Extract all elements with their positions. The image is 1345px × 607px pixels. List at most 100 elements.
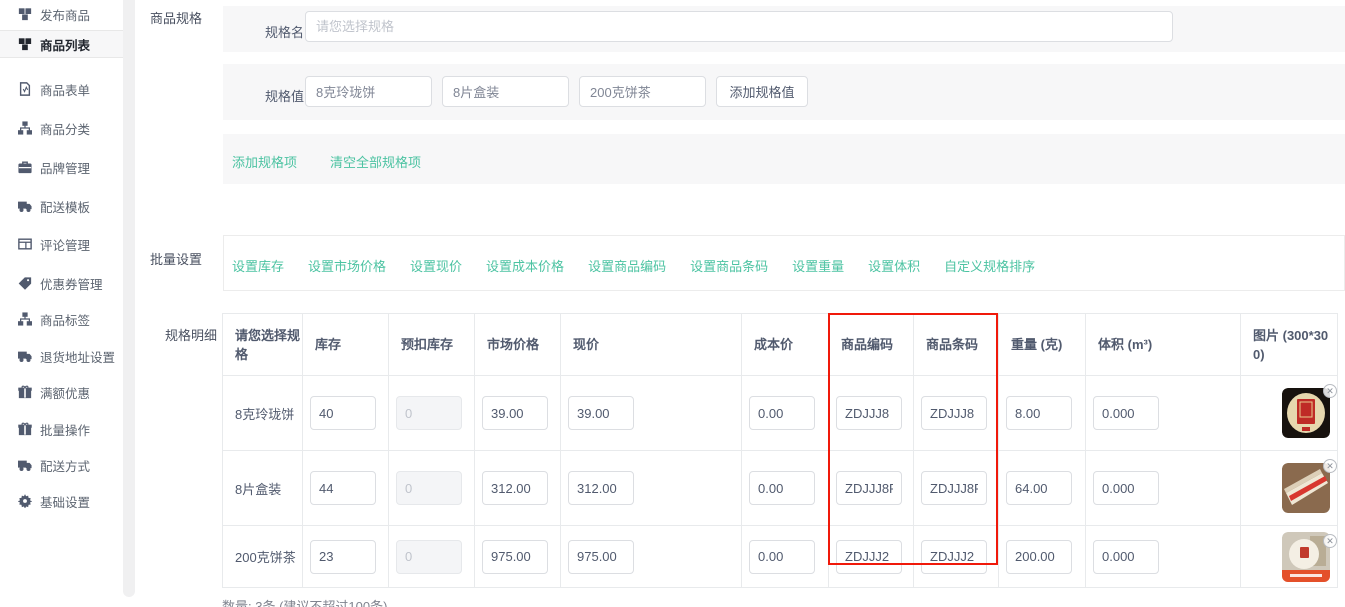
sidebar-item-label: 评论管理 — [40, 235, 90, 254]
withhold-input — [396, 540, 462, 574]
product-spec-page: 发布商品 商品列表 商品表单 商品分类 品牌管理 配送模板 评论管理 优惠券管理… — [0, 0, 1345, 607]
col-header-volume: 体积 (m³) — [1086, 314, 1241, 376]
barcode-input[interactable] — [921, 471, 987, 505]
spec-value-input-2[interactable] — [442, 76, 569, 107]
spec-detail-table: 请您选择规格 库存 预扣库存 市场价格 现价 成本价 商品编码 商品条码 重量 … — [222, 313, 1338, 588]
truck-icon — [18, 349, 32, 363]
sidebar-item-coupon-management[interactable]: 优惠券管理 — [0, 269, 123, 297]
row-spec-label: 200克饼茶 — [223, 526, 303, 588]
sidebar-scrollbar[interactable] — [123, 0, 135, 597]
col-header-cost: 成本价 — [742, 314, 829, 376]
sidebar-item-delivery-method[interactable]: 配送方式 — [0, 451, 123, 479]
volume-input[interactable] — [1093, 396, 1159, 430]
set-market-price-link[interactable]: 设置市场价格 — [308, 256, 386, 275]
volume-input[interactable] — [1093, 540, 1159, 574]
sidebar-item-label: 配送方式 — [40, 456, 90, 475]
withhold-input — [396, 396, 462, 430]
gear-icon — [18, 494, 32, 508]
spec-value-input-3[interactable] — [579, 76, 706, 107]
sidebar-item-delivery-template[interactable]: 配送模板 — [0, 192, 123, 220]
sidebar-item-product-category[interactable]: 商品分类 — [0, 114, 123, 142]
add-spec-value-button[interactable]: 添加规格值 — [716, 76, 808, 107]
set-cost-price-link[interactable]: 设置成本价格 — [486, 256, 564, 275]
spec-value-label: 规格值: — [265, 86, 308, 105]
set-barcode-link[interactable]: 设置商品条码 — [690, 256, 768, 275]
remove-image-icon[interactable]: ✕ — [1323, 384, 1337, 398]
cost-input[interactable] — [749, 471, 815, 505]
spec-detail-table-wrap: 请您选择规格 库存 预扣库存 市场价格 现价 成本价 商品编码 商品条码 重量 … — [222, 313, 1345, 590]
remove-image-icon[interactable]: ✕ — [1323, 459, 1337, 473]
truck-icon — [18, 199, 32, 213]
col-header-weight: 重量 (克) — [999, 314, 1086, 376]
market-price-input[interactable] — [482, 540, 548, 574]
stock-input[interactable] — [310, 396, 376, 430]
col-header-market-price: 市场价格 — [475, 314, 561, 376]
sidebar-item-label: 发布商品 — [40, 5, 90, 24]
table-row: 8克玲珑饼 — [223, 376, 1338, 451]
set-stock-link[interactable]: 设置库存 — [232, 256, 284, 275]
file-icon — [18, 82, 32, 96]
weight-input[interactable] — [1006, 471, 1072, 505]
window-icon — [18, 237, 32, 251]
sidebar-item-label: 品牌管理 — [40, 158, 90, 177]
code-input[interactable] — [836, 396, 902, 430]
cubes-icon — [18, 37, 32, 51]
code-input[interactable] — [836, 471, 902, 505]
custom-spec-sort-link[interactable]: 自定义规格排序 — [944, 256, 1035, 275]
set-current-price-link[interactable]: 设置现价 — [410, 256, 462, 275]
price-input[interactable] — [568, 540, 634, 574]
remove-image-icon[interactable]: ✕ — [1323, 534, 1337, 548]
table-row: 8片盒装 — [223, 451, 1338, 526]
sidebar-item-return-address[interactable]: 退货地址设置 — [0, 342, 123, 370]
weight-input[interactable] — [1006, 396, 1072, 430]
set-volume-link[interactable]: 设置体积 — [868, 256, 920, 275]
col-header-image: 图片 (300*300) — [1241, 314, 1338, 376]
set-weight-link[interactable]: 设置重量 — [792, 256, 844, 275]
batch-section-label: 批量设置 — [150, 249, 202, 268]
sidebar-item-product-list[interactable]: 商品列表 — [0, 30, 123, 58]
spec-name-input[interactable] — [305, 11, 1173, 42]
detail-section-label: 规格明细 — [165, 325, 217, 344]
col-header-barcode: 商品条码 — [914, 314, 999, 376]
briefcase-icon — [18, 160, 32, 174]
sidebar-item-brand-management[interactable]: 品牌管理 — [0, 153, 123, 181]
add-spec-item-link[interactable]: 添加规格项 — [232, 152, 297, 171]
sidebar-item-label: 满额优惠 — [40, 383, 90, 402]
cost-input[interactable] — [749, 396, 815, 430]
stock-input[interactable] — [310, 471, 376, 505]
spec-value-input-1[interactable] — [305, 76, 432, 107]
sidebar-item-batch-operations[interactable]: 批量操作 — [0, 415, 123, 443]
price-input[interactable] — [568, 471, 634, 505]
sidebar-item-product-tags[interactable]: 商品标签 — [0, 305, 123, 333]
market-price-input[interactable] — [482, 471, 548, 505]
cost-input[interactable] — [749, 540, 815, 574]
barcode-input[interactable] — [921, 396, 987, 430]
sidebar: 发布商品 商品列表 商品表单 商品分类 品牌管理 配送模板 评论管理 优惠券管理… — [0, 0, 123, 607]
market-price-input[interactable] — [482, 396, 548, 430]
sidebar-item-publish-product[interactable]: 发布商品 — [0, 0, 123, 28]
sitemap-icon — [18, 312, 32, 326]
product-image-tea-cake-black[interactable] — [1282, 388, 1330, 438]
gift-icon — [18, 385, 32, 399]
col-header-code: 商品编码 — [829, 314, 914, 376]
sidebar-item-label: 商品表单 — [40, 80, 90, 99]
price-input[interactable] — [568, 396, 634, 430]
product-image-gift-box[interactable] — [1282, 463, 1330, 513]
weight-input[interactable] — [1006, 540, 1072, 574]
clear-all-spec-items-link[interactable]: 清空全部规格项 — [330, 152, 421, 171]
volume-input[interactable] — [1093, 471, 1159, 505]
barcode-input[interactable] — [921, 540, 987, 574]
spec-section-label: 商品规格 — [150, 8, 202, 27]
sidebar-item-full-discount[interactable]: 满额优惠 — [0, 378, 123, 406]
sidebar-item-product-form[interactable]: 商品表单 — [0, 75, 123, 103]
table-row: 200克饼茶 — [223, 526, 1338, 588]
sidebar-item-label: 商品分类 — [40, 119, 90, 138]
code-input[interactable] — [836, 540, 902, 574]
stock-input[interactable] — [310, 540, 376, 574]
set-product-code-link[interactable]: 设置商品编码 — [588, 256, 666, 275]
sidebar-item-label: 退货地址设置 — [40, 347, 115, 366]
col-header-withhold: 预扣库存 — [389, 314, 475, 376]
withhold-input — [396, 471, 462, 505]
sidebar-item-basic-settings[interactable]: 基础设置 — [0, 487, 123, 515]
sidebar-item-comment-management[interactable]: 评论管理 — [0, 230, 123, 258]
